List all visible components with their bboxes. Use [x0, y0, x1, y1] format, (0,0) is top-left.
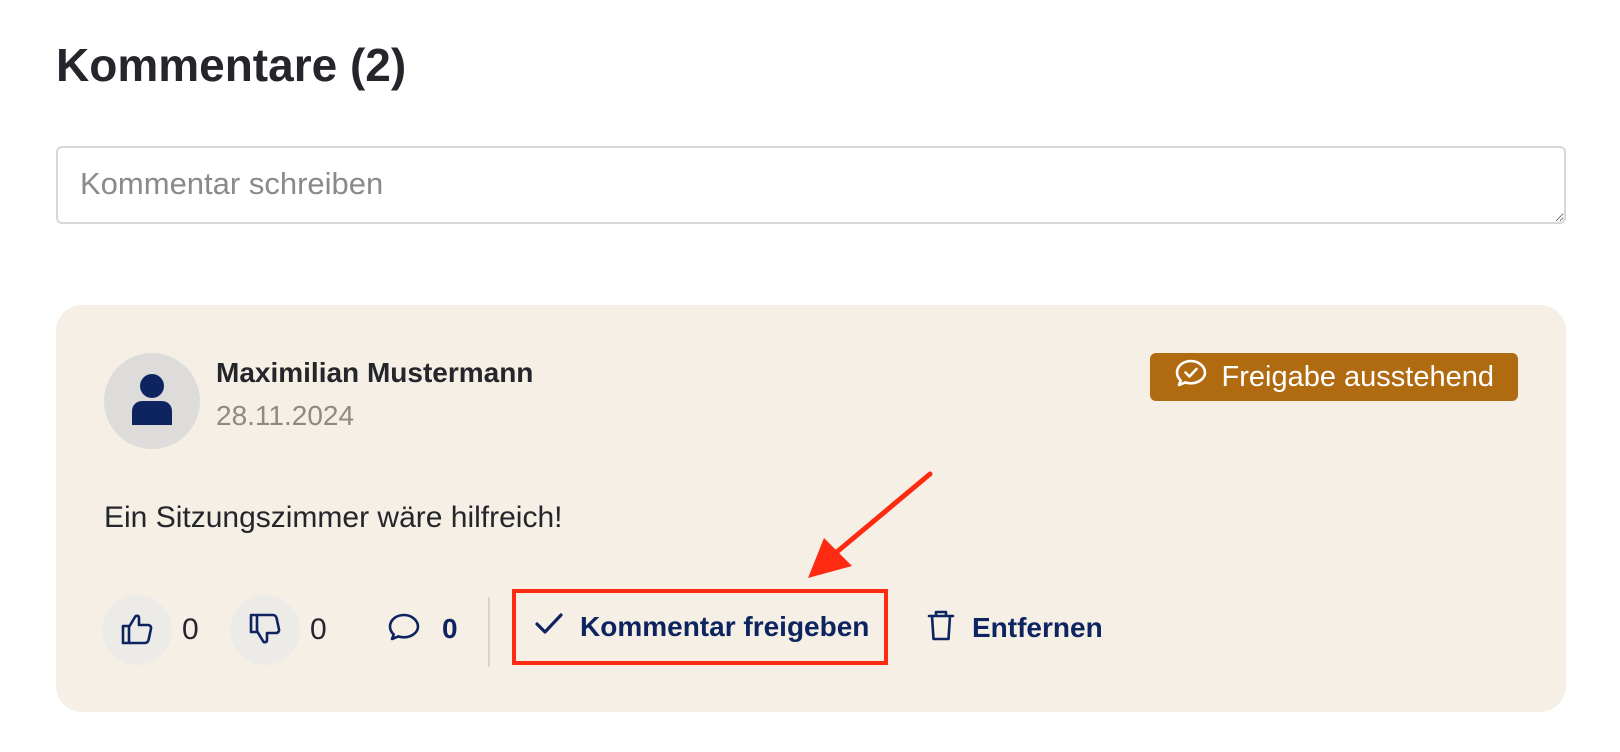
- approve-comment-button[interactable]: Kommentar freigeben: [512, 589, 888, 665]
- user-icon: [129, 373, 175, 430]
- status-badge: Freigabe ausstehend: [1149, 353, 1518, 401]
- trash-icon: [926, 608, 956, 649]
- comments-page: Kommentare (2) Maximilian Mustermann 28.…: [0, 0, 1620, 752]
- remove-comment-button[interactable]: Entfernen: [926, 597, 1103, 659]
- comment-input[interactable]: [56, 146, 1566, 224]
- comments-heading: Kommentare (2): [56, 39, 407, 91]
- avatar: [104, 353, 200, 449]
- status-label: Freigabe ausstehend: [1221, 360, 1494, 393]
- like-button[interactable]: [102, 595, 172, 665]
- dislike-button[interactable]: [230, 595, 300, 665]
- chat-check-icon: [1174, 358, 1208, 396]
- reply-count: 0: [442, 613, 458, 644]
- remove-label: Entfernen: [972, 612, 1103, 643]
- approve-label: Kommentar freigeben: [580, 611, 870, 642]
- checkmark-icon: [534, 611, 564, 643]
- thumbs-down-icon: [248, 612, 282, 649]
- comment-author: Maximilian Mustermann: [216, 357, 534, 388]
- comment-text: Ein Sitzungszimmer wäre hilfreich!: [104, 501, 563, 534]
- chat-bubble-icon: [387, 612, 421, 647]
- like-count: 0: [182, 613, 199, 646]
- actions-divider: [488, 597, 490, 667]
- comment-card: Maximilian Mustermann 28.11.2024 Freigab…: [56, 305, 1566, 712]
- dislike-count: 0: [310, 613, 327, 646]
- comment-actions: 0 0 0 Kommentar freigeben Entfernen: [102, 589, 1202, 667]
- reply-button[interactable]: [384, 609, 424, 649]
- thumbs-up-icon: [120, 612, 154, 649]
- comment-date: 28.11.2024: [216, 400, 355, 431]
